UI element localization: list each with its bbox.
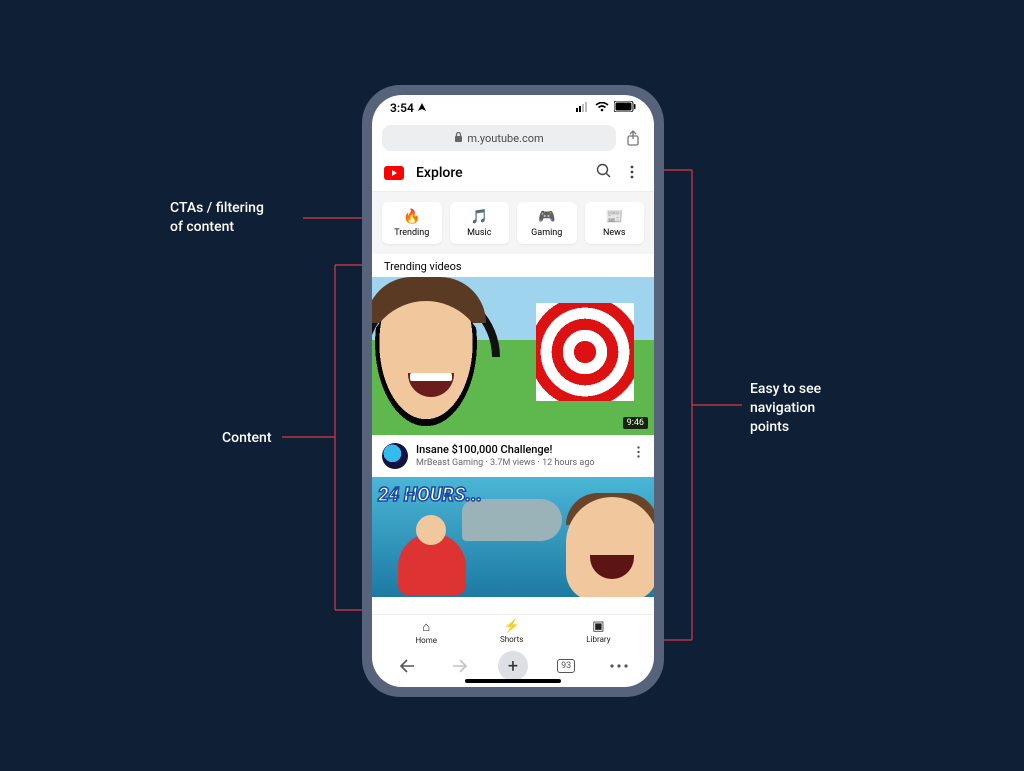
- annotation-content: Content: [222, 429, 272, 448]
- more-icon[interactable]: [622, 164, 642, 183]
- video-thumbnail[interactable]: 9:46: [372, 277, 654, 435]
- channel-avatar[interactable]: [382, 443, 408, 469]
- overflow-button[interactable]: [604, 653, 634, 679]
- tab-home[interactable]: ⌂ Home: [415, 619, 437, 645]
- gaming-icon: 🎮: [538, 208, 555, 226]
- browser-chrome: m.youtube.com: [372, 121, 654, 155]
- category-gaming[interactable]: 🎮 Gaming: [517, 202, 577, 244]
- section-title: Trending videos: [372, 254, 654, 277]
- category-label: News: [603, 228, 626, 238]
- back-button[interactable]: [392, 653, 422, 679]
- category-label: Trending: [394, 228, 429, 238]
- tab-label: Library: [586, 635, 610, 644]
- annotation-nav: Easy to see navigation points: [750, 380, 821, 437]
- phone-screen: 3:54 m.youtube.com: [372, 95, 654, 687]
- video-duration: 9:46: [623, 417, 648, 429]
- url-text: m.youtube.com: [467, 132, 543, 145]
- home-indicator: [465, 679, 561, 683]
- fire-icon: 🔥: [403, 208, 420, 226]
- share-button[interactable]: [622, 125, 644, 151]
- tabs-button[interactable]: 93: [551, 653, 581, 679]
- tab-library[interactable]: ▣ Library: [586, 619, 610, 645]
- new-tab-button[interactable]: +: [498, 651, 528, 681]
- forward-button[interactable]: [445, 653, 475, 679]
- video-thumbnail[interactable]: 24 HOURS...: [372, 477, 654, 597]
- category-label: Gaming: [531, 228, 562, 238]
- category-music[interactable]: 🎵 Music: [450, 202, 510, 244]
- statusbar: 3:54: [372, 95, 654, 121]
- tab-label: Home: [415, 636, 437, 645]
- signal-icon: [576, 101, 590, 115]
- thumbnail-overlay-text: 24 HOURS...: [378, 483, 482, 506]
- search-icon[interactable]: [594, 163, 614, 183]
- video-meta-row: Insane $100,000 Challenge! MrBeast Gamin…: [372, 435, 654, 477]
- video-title[interactable]: Insane $100,000 Challenge!: [416, 443, 624, 456]
- home-icon: ⌂: [422, 619, 430, 635]
- category-news[interactable]: 📰 News: [585, 202, 645, 244]
- battery-icon: [614, 101, 636, 115]
- tab-label: Shorts: [500, 635, 523, 644]
- music-icon: 🎵: [471, 208, 488, 226]
- youtube-tabbar: ⌂ Home ⚡ Shorts ▣ Library: [372, 614, 654, 647]
- lock-icon: [454, 132, 463, 145]
- category-label: Music: [467, 228, 491, 238]
- page-title: Explore: [416, 165, 586, 181]
- url-bar[interactable]: m.youtube.com: [382, 125, 616, 151]
- tabs-count: 93: [557, 659, 575, 673]
- category-row: 🔥 Trending 🎵 Music 🎮 Gaming 📰 News: [372, 192, 654, 254]
- tab-shorts[interactable]: ⚡ Shorts: [500, 619, 523, 645]
- shorts-icon: ⚡: [504, 619, 520, 634]
- youtube-header: Explore: [372, 155, 654, 192]
- annotation-cta: CTAs / filtering of content: [170, 199, 264, 237]
- statusbar-time: 3:54: [390, 101, 427, 115]
- wifi-icon: [595, 101, 609, 115]
- library-icon: ▣: [592, 619, 604, 634]
- category-trending[interactable]: 🔥 Trending: [382, 202, 442, 244]
- youtube-logo[interactable]: [384, 166, 404, 180]
- video-more-icon[interactable]: [632, 443, 644, 462]
- news-icon: 📰: [606, 208, 623, 226]
- video-subtitle: MrBeast Gaming · 3.7M views · 12 hours a…: [416, 458, 624, 468]
- phone-frame: 3:54 m.youtube.com: [362, 85, 664, 697]
